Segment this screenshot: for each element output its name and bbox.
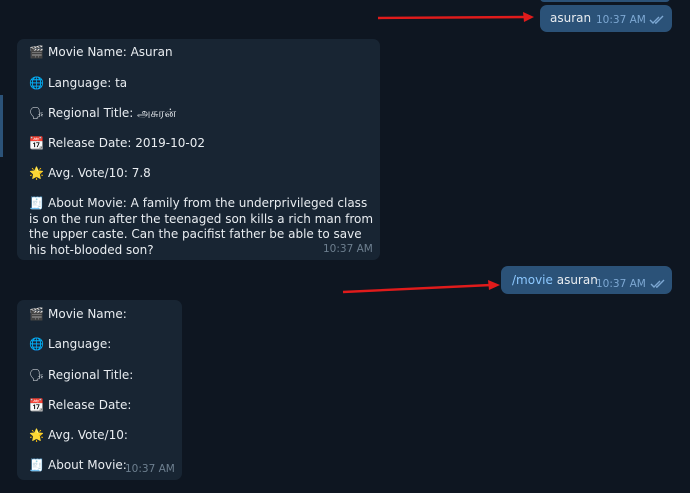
annotation-arrow bbox=[342, 280, 500, 294]
message-text: /movie asuran bbox=[512, 273, 598, 287]
memo-icon: 🧾 bbox=[29, 196, 44, 210]
command-argument: asuran bbox=[552, 273, 598, 287]
language-text: Language: bbox=[48, 337, 112, 351]
outgoing-message[interactable]: /movie asuran 10:37 AM bbox=[501, 266, 672, 294]
movie-name-line: 🎬 Movie Name: Asuran bbox=[29, 45, 173, 60]
outgoing-message[interactable]: asuran 10:37 AM bbox=[540, 5, 672, 32]
about-line: 🧾 About Movie: bbox=[29, 458, 127, 473]
calendar-icon: 📆 bbox=[29, 136, 44, 150]
globe-icon: 🌐 bbox=[29, 337, 44, 351]
incoming-message[interactable]: 🎬 Movie Name: Asuran 🌐 Language: ta 🗣 Re… bbox=[17, 39, 380, 260]
message-text: asuran bbox=[550, 11, 592, 25]
regional-title-text: Regional Title: அசுரன் bbox=[48, 106, 177, 120]
message-time: 10:37 AM bbox=[596, 14, 646, 26]
double-check-icon bbox=[650, 279, 665, 288]
avg-vote-line: 🌟 Avg. Vote/10: 7.8 bbox=[29, 166, 151, 181]
chat-area: asuran 10:37 AM 🎬 Movie Name: Asuran 🌐 L… bbox=[0, 0, 690, 493]
globe-icon: 🌐 bbox=[29, 76, 44, 90]
avg-vote-text: Avg. Vote/10: bbox=[48, 428, 128, 442]
regional-title-line: 🗣 Regional Title: bbox=[29, 368, 133, 383]
message-time: 10:37 AM bbox=[596, 278, 646, 290]
language-text: Language: ta bbox=[48, 76, 128, 90]
message-time: 10:37 AM bbox=[323, 243, 373, 255]
clapperboard-icon: 🎬 bbox=[29, 45, 44, 59]
movie-name-text: Movie Name: Asuran bbox=[48, 45, 173, 59]
calendar-icon: 📆 bbox=[29, 398, 44, 412]
regional-title-text: Regional Title: bbox=[48, 368, 134, 382]
avg-vote-line: 🌟 Avg. Vote/10: bbox=[29, 428, 128, 443]
about-text: About Movie: A family from the underpriv… bbox=[29, 196, 374, 257]
bot-command-link[interactable]: /movie bbox=[512, 273, 553, 287]
double-check-icon bbox=[649, 15, 664, 24]
avg-vote-text: Avg. Vote/10: 7.8 bbox=[48, 166, 151, 180]
speaking-head-icon: 🗣 bbox=[28, 368, 45, 382]
release-date-line: 📆 Release Date: bbox=[29, 398, 131, 413]
memo-icon: 🧾 bbox=[29, 458, 44, 472]
regional-title-line: 🗣 Regional Title: அசுரன் bbox=[29, 106, 176, 121]
star-icon: 🌟 bbox=[29, 428, 44, 442]
movie-name-text: Movie Name: bbox=[48, 307, 127, 321]
release-date-text: Release Date: bbox=[48, 398, 132, 412]
language-line: 🌐 Language: bbox=[29, 337, 111, 352]
movie-name-line: 🎬 Movie Name: bbox=[29, 307, 127, 322]
language-line: 🌐 Language: ta bbox=[29, 76, 127, 91]
speaking-head-icon: 🗣 bbox=[28, 106, 45, 120]
about-text: About Movie: bbox=[48, 458, 127, 472]
annotation-arrow bbox=[377, 12, 534, 22]
unread-indicator bbox=[0, 95, 3, 157]
star-icon: 🌟 bbox=[29, 166, 44, 180]
previous-message-edge bbox=[540, 0, 670, 2]
release-date-line: 📆 Release Date: 2019-10-02 bbox=[29, 136, 205, 151]
clapperboard-icon: 🎬 bbox=[29, 307, 44, 321]
incoming-message[interactable]: 🎬 Movie Name: 🌐 Language: 🗣 Regional Tit… bbox=[17, 300, 182, 480]
release-date-text: Release Date: 2019-10-02 bbox=[48, 136, 205, 150]
message-time: 10:37 AM bbox=[125, 463, 175, 475]
